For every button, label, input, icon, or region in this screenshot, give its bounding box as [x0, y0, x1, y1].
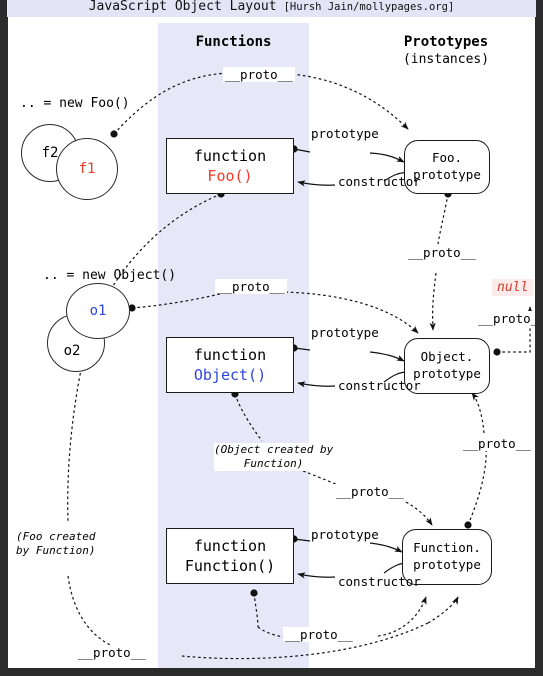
note-foo-created-by-function: (Foo created by Function): [16, 530, 96, 558]
function-box-function-name: Function(): [184, 557, 276, 575]
diagram-root: Functions Prototypes (instances) .. = ne…: [0, 0, 543, 676]
instance-circle-o1-label: o1: [89, 303, 107, 319]
edge-label-constructor-function: constructor: [338, 574, 421, 589]
note-foo-created-line2: by Function): [16, 543, 96, 557]
page-title: JavaScript Object Layout: [88, 0, 277, 14]
function-box-foo[interactable]: function Foo(): [166, 138, 294, 194]
function-box-object-keyword: function: [193, 345, 267, 364]
proto-label-f1-to-foo-prototype: __proto__: [223, 67, 295, 82]
proto-label-foo-prototype-to-object-prototype: __proto__: [406, 245, 478, 260]
title-attribution: [Hursh Jain/mollypages.org]: [283, 0, 455, 13]
edge-label-constructor-object: constructor: [338, 378, 421, 393]
instance-circle-f1-label: f1: [78, 161, 96, 177]
note-object-created-by-function: (Object created by Function): [214, 443, 334, 471]
foo-instances-caption: .. = new Foo(): [20, 96, 130, 111]
edge-label-prototype-object: prototype: [311, 325, 379, 340]
object-instances-caption: .. = new Object(): [43, 268, 177, 283]
function-box-object[interactable]: function Object(): [166, 337, 294, 393]
prototype-box-foo-line2: prototype: [413, 167, 481, 182]
instance-circle-f1: f1: [56, 138, 118, 200]
diagram-canvas: Functions Prototypes (instances) .. = ne…: [7, 0, 536, 669]
title-bar: JavaScript Object Layout [Hursh Jain/mol…: [7, 0, 536, 17]
function-box-foo-name: Foo(): [207, 167, 253, 185]
prototype-box-function-line1: Function.: [413, 540, 481, 556]
prototype-box-foo-line1: Foo.: [431, 150, 463, 166]
note-foo-created-line1: (Foo created: [16, 530, 96, 543]
proto-label-o1-to-object-prototype: __proto__: [215, 279, 287, 294]
function-box-foo-keyword: function: [193, 146, 267, 165]
note-object-created-line2: Function): [243, 456, 304, 470]
proto-label-object-to-function-prototype: __proto__: [461, 436, 533, 451]
instance-circle-o1: o1: [66, 283, 130, 339]
column-heading-functions: Functions: [195, 34, 272, 50]
proto-label-object-created-to-function-prototype: __proto__: [334, 484, 406, 499]
edge-label-constructor-foo: constructor: [338, 174, 421, 189]
column-heading-prototypes-sub: (instances): [402, 52, 490, 67]
edge-label-prototype-function: prototype: [311, 527, 379, 542]
function-box-function[interactable]: function Function(): [166, 528, 294, 584]
proto-label-object-prototype-to-null: __proto__: [476, 311, 535, 326]
function-box-object-name: Object(): [193, 366, 267, 384]
instance-circle-f2-label: f2: [41, 145, 59, 161]
prototype-box-object-line1: Object.: [420, 349, 474, 365]
prototype-box-object-line2: prototype: [413, 366, 481, 381]
proto-label-foo-chain-bottom: __proto__: [76, 645, 148, 660]
instance-circle-o2-label: o2: [63, 343, 81, 359]
function-box-function-keyword: function: [193, 536, 267, 555]
null-value-badge: null: [492, 279, 534, 296]
prototype-box-function-line2: prototype: [413, 557, 481, 572]
edge-label-prototype-foo: prototype: [311, 126, 379, 141]
column-heading-prototypes: Prototypes: [403, 34, 489, 50]
proto-label-function-to-function-prototype: __proto__: [283, 627, 355, 642]
note-object-created-line1: (Object created by: [214, 443, 334, 456]
